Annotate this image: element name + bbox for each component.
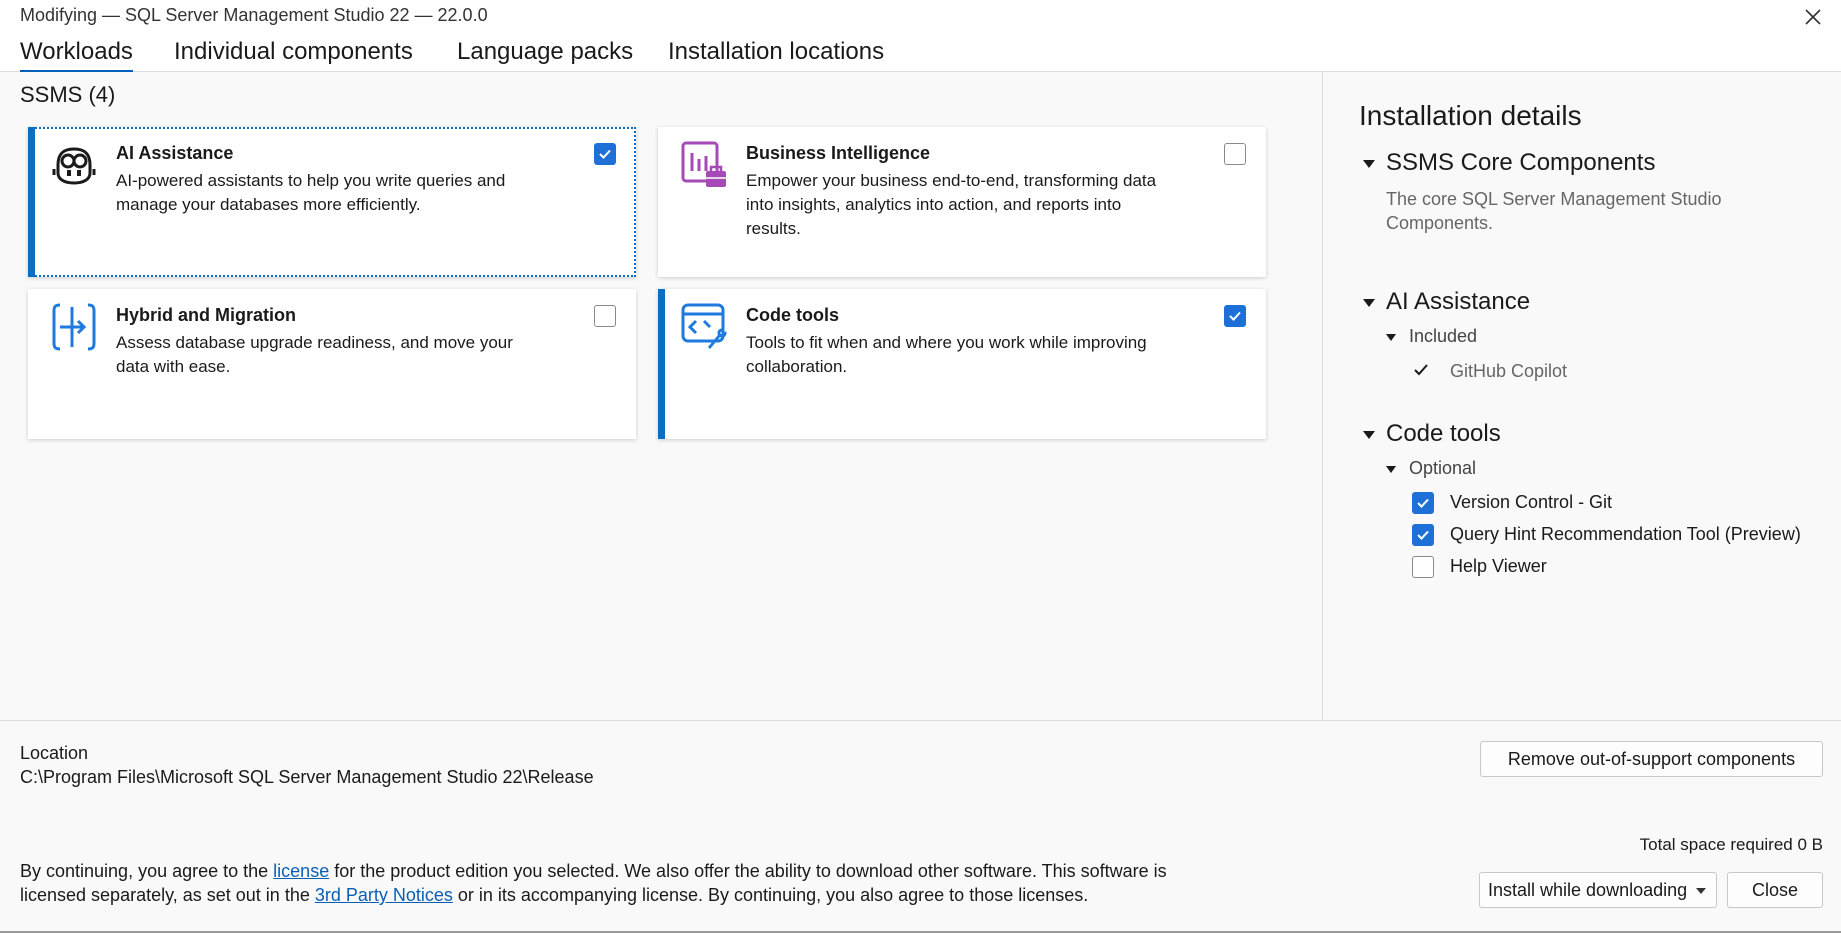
version-control-git-checkbox[interactable] [1412,492,1434,514]
card-title: AI Assistance [116,143,234,163]
section-ai-title: AI Assistance [1386,288,1531,315]
card-description: Empower your business end-to-end, transf… [746,171,1157,238]
footer: Location C:\Program Files\Microsoft SQL … [0,721,1841,933]
workload-card-ai-assistance[interactable]: AI Assistance AI-powered assistants to h… [28,127,636,277]
legal-text-part: or in its accompanying license. By conti… [452,885,1089,905]
tab-workloads[interactable]: Workloads [20,38,133,73]
hybrid-migration-checkbox[interactable] [594,305,616,327]
optional-item-label: Help Viewer [1450,556,1547,576]
card-title: Hybrid and Migration [116,305,296,325]
included-item-github-copilot: GitHub Copilot [1450,361,1568,381]
business-intelligence-checkbox[interactable] [1224,143,1246,165]
section-core-title: SSMS Core Components [1386,149,1656,176]
total-space-required: Total space required 0 B [1639,835,1823,854]
copilot-icon [50,139,98,191]
dropdown-caret-icon [1696,888,1706,894]
license-link[interactable]: license [273,861,329,881]
installation-details-panel: Installation details SSMS Core Component… [1323,72,1841,720]
title-bar: Modifying — SQL Server Management Studio… [0,0,1841,32]
optional-item-label: Version Control - Git [1450,492,1613,512]
workload-card-business-intelligence[interactable]: Business Intelligence Empower your busin… [658,127,1266,277]
section-core-description: The core SQL Server Management Studio Co… [1386,189,1722,233]
tab-bar: Workloads Individual components Language… [0,32,1841,73]
chevron-down-icon[interactable] [1386,334,1396,341]
chevron-down-icon[interactable] [1363,431,1375,439]
query-hint-tool-checkbox[interactable] [1412,524,1434,546]
remove-out-of-support-button[interactable]: Remove out-of-support components [1480,741,1823,777]
card-title: Business Intelligence [746,143,931,163]
legal-text-part: By continuing, you agree to the [20,861,274,881]
workload-card-hybrid-migration[interactable]: Hybrid and Migration Assess database upg… [28,289,636,439]
license-text: By continuing, you agree to the license … [20,859,1200,907]
tab-language-packs[interactable]: Language packs [457,38,633,70]
window-title: Modifying — SQL Server Management Studio… [20,5,488,25]
location-label: Location [20,743,89,763]
workload-card-code-tools[interactable]: Code tools Tools to fit when and where y… [658,289,1266,439]
workload-group-title: SSMS (4) [20,82,116,107]
card-title: Code tools [746,305,839,325]
help-viewer-checkbox[interactable] [1412,556,1434,578]
code-tools-icon [680,301,728,353]
card-description: AI-powered assistants to help you write … [116,171,506,214]
install-mode-value: Install while downloading [1488,880,1688,900]
install-mode-dropdown[interactable]: Install while downloading [1479,872,1717,908]
ai-assistance-checkbox[interactable] [594,143,616,165]
included-label: Included [1409,326,1478,346]
close-button[interactable]: Close [1727,872,1823,908]
optional-label: Optional [1409,458,1477,478]
business-intelligence-icon [680,139,728,191]
card-description: Tools to fit when and where you work whi… [746,333,1147,376]
location-path: C:\Program Files\Microsoft SQL Server Ma… [20,767,594,787]
checkmark-icon [1413,362,1429,383]
close-icon[interactable] [1795,2,1831,32]
code-tools-checkbox[interactable] [1224,305,1246,327]
card-description: Assess database upgrade readiness, and m… [116,333,513,376]
tab-installation-locations[interactable]: Installation locations [668,38,884,70]
chevron-down-icon[interactable] [1386,466,1396,473]
migration-icon [50,301,98,353]
section-code-title: Code tools [1386,420,1501,447]
tab-individual-components[interactable]: Individual components [174,38,413,70]
workloads-panel: SSMS (4) AI Assistance AI-powered assist… [0,72,1322,720]
third-party-notices-link[interactable]: 3rd Party Notices [315,885,453,905]
optional-item-label: Query Hint Recommendation Tool (Preview) [1450,524,1801,544]
chevron-down-icon[interactable] [1363,160,1375,168]
chevron-down-icon[interactable] [1363,299,1375,307]
details-title: Installation details [1359,100,1582,131]
